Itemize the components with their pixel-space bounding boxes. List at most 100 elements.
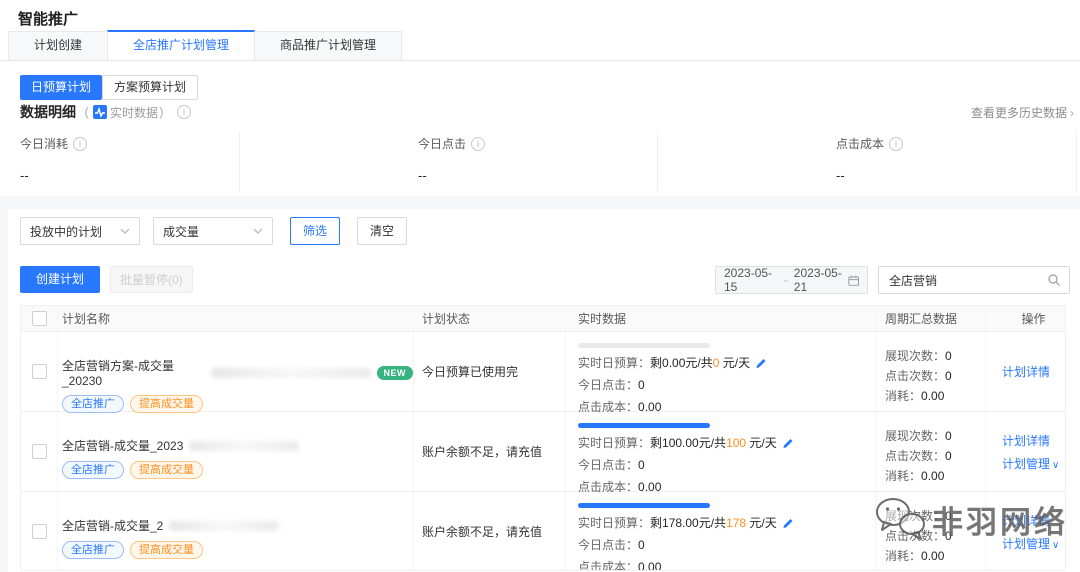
- plan-manage-link[interactable]: 计划管理∨: [1002, 535, 1065, 552]
- budget-label: 实时日预算：: [578, 516, 650, 530]
- metric-label: 点击成本: [836, 135, 884, 152]
- metric-value: --: [20, 168, 239, 183]
- today-click-label: 今日点击：: [578, 538, 638, 552]
- header-period-summary: 周期汇总数据: [876, 306, 986, 331]
- date-range-picker[interactable]: 2023-05-15 - 2023-05-21: [715, 266, 868, 294]
- row-checkbox[interactable]: [32, 444, 47, 459]
- spend-value: 0.00: [921, 549, 944, 563]
- budget-remain: 剩0.00元/共: [650, 356, 713, 370]
- impressions-value: 0: [945, 429, 952, 443]
- redacted-text: [189, 441, 299, 451]
- select-all-checkbox[interactable]: [32, 311, 47, 326]
- paren-close: ）: [159, 104, 171, 121]
- date-end: 2023-05-21: [794, 266, 848, 294]
- chevron-down-icon: ∨: [1052, 460, 1059, 471]
- metric-click-cost: 点击成本i --: [658, 131, 1077, 191]
- metric-select[interactable]: 成交量: [153, 217, 273, 245]
- info-icon[interactable]: i: [889, 137, 903, 151]
- clicks-value: 0: [945, 449, 952, 463]
- select-value: 投放中的计划: [30, 223, 102, 240]
- info-icon[interactable]: i: [73, 137, 87, 151]
- metric-today-spend: 今日消耗 i --: [20, 131, 240, 191]
- spend-label: 消耗：: [885, 549, 921, 563]
- budget-type-switch: 日预算计划 方案预算计划: [20, 75, 198, 100]
- section-divider: [0, 196, 1080, 209]
- tab-plan-create[interactable]: 计划创建: [8, 31, 108, 60]
- budget-remain: 剩178.00元/共: [650, 516, 726, 530]
- smart-promotion-page: 智能推广 计划创建 全店推广计划管理 商品推广计划管理 日预算计划 方案预算计划…: [0, 0, 1080, 572]
- clicks-label: 点击次数：: [885, 529, 945, 543]
- filter-button[interactable]: 筛选: [290, 217, 340, 245]
- tab-store-promo-manage[interactable]: 全店推广计划管理: [107, 30, 255, 60]
- tag-store-promo: 全店推广: [62, 541, 124, 559]
- header-plan-status: 计划状态: [414, 306, 566, 331]
- plan-status: 今日预算已使用完: [422, 363, 518, 380]
- budget-total: 100: [726, 436, 746, 450]
- metric-label: 今日点击: [418, 135, 466, 152]
- impressions-value: 0: [945, 349, 952, 363]
- header-plan-name: 计划名称: [58, 306, 414, 331]
- edit-budget-icon[interactable]: [755, 356, 768, 369]
- click-cost-value: 0.00: [638, 560, 661, 571]
- budget-remain: 剩100.00元/共: [650, 436, 726, 450]
- search-icon[interactable]: [1047, 273, 1061, 287]
- clear-button[interactable]: 清空: [357, 217, 407, 245]
- clicks-label: 点击次数：: [885, 449, 945, 463]
- spend-label: 消耗：: [885, 389, 921, 403]
- plan-status: 账户余额不足，请充值: [422, 443, 542, 460]
- batch-pause-button[interactable]: 批量暂停(0): [110, 266, 193, 293]
- metrics-panel: 今日消耗 i -- 今日点击 i -- 点击成本 i --: [20, 131, 1077, 191]
- tag-raise-conversion: 提高成交量: [130, 395, 203, 413]
- data-detail-header: 数据明细 （ 实时数据 ） i 查看更多历史数据›: [20, 102, 1074, 122]
- plan-detail-link[interactable]: 计划详情: [1002, 432, 1065, 449]
- click-cost-label: 点击成本：: [578, 560, 638, 571]
- page-title: 智能推广: [18, 8, 78, 29]
- plan-status: 账户余额不足，请充值: [422, 523, 542, 540]
- edit-budget-icon[interactable]: [782, 436, 795, 449]
- page-gutter: [0, 196, 8, 572]
- today-click-value: 0: [638, 458, 645, 472]
- section-title: 数据明细: [20, 102, 76, 122]
- new-badge: NEW: [377, 366, 414, 380]
- select-value: 成交量: [163, 223, 199, 240]
- tab-product-promo-manage[interactable]: 商品推广计划管理: [254, 31, 402, 60]
- metric-value: --: [418, 168, 657, 183]
- search-input[interactable]: [887, 272, 1047, 288]
- edit-budget-icon[interactable]: [782, 516, 795, 529]
- clicks-value: 0: [945, 529, 952, 543]
- subtab-daily-budget[interactable]: 日预算计划: [20, 75, 102, 100]
- tag-store-promo: 全店推广: [62, 395, 124, 413]
- plan-manage-link[interactable]: 计划管理∨: [1002, 455, 1065, 472]
- table-row: 全店营销方案-成交量_20230 NEW 全店推广 提高成交量 今日预算已使用完…: [21, 332, 1065, 412]
- header-actions: 操作: [986, 306, 1065, 331]
- row-checkbox[interactable]: [32, 524, 47, 539]
- clicks-label: 点击次数：: [885, 369, 945, 383]
- view-more-history-link[interactable]: 查看更多历史数据›: [971, 104, 1074, 121]
- budget-label: 实时日预算：: [578, 356, 650, 370]
- impressions-label: 展现次数：: [885, 429, 945, 443]
- create-plan-button[interactable]: 创建计划: [20, 266, 100, 293]
- plan-name: 全店营销-成交量_2: [62, 517, 163, 534]
- budget-progress-bar: [578, 423, 710, 428]
- info-icon[interactable]: i: [177, 105, 191, 119]
- redacted-text: [169, 521, 279, 531]
- plan-status-select[interactable]: 投放中的计划: [20, 217, 140, 245]
- budget-total: 178: [726, 516, 746, 530]
- header-realtime-data: 实时数据: [566, 306, 876, 331]
- metric-label: 今日消耗: [20, 135, 68, 152]
- date-separator: -: [784, 273, 788, 287]
- row-checkbox[interactable]: [32, 364, 47, 379]
- realtime-data-label: 实时数据: [110, 104, 158, 121]
- clicks-value: 0: [945, 369, 952, 383]
- today-click-value: 0: [638, 378, 645, 392]
- subtab-plan-budget[interactable]: 方案预算计划: [102, 75, 198, 100]
- info-icon[interactable]: i: [471, 137, 485, 151]
- chevron-down-icon: [120, 226, 130, 237]
- plan-detail-link[interactable]: 计划详情: [1002, 363, 1065, 380]
- plan-name: 全店营销-成交量_2023: [62, 437, 183, 454]
- plan-detail-link[interactable]: 计划详情: [1002, 512, 1065, 529]
- today-click-label: 今日点击：: [578, 458, 638, 472]
- impressions-label: 展现次数：: [885, 509, 945, 523]
- plan-name: 全店营销方案-成交量_20230: [62, 357, 205, 388]
- realtime-data-icon: [93, 105, 107, 119]
